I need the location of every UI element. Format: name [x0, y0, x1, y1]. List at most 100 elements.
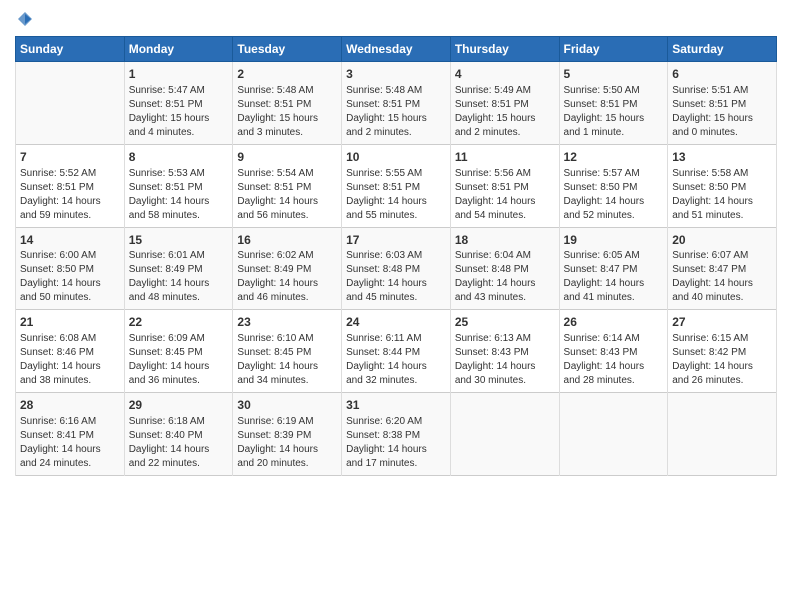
day-info: Sunset: 8:51 PM — [346, 181, 446, 195]
day-info: Sunrise: 6:02 AM — [237, 249, 337, 263]
day-info: Daylight: 14 hours — [455, 195, 555, 209]
day-info: Daylight: 14 hours — [346, 443, 446, 457]
day-info: Sunrise: 6:05 AM — [564, 249, 664, 263]
day-info: and 32 minutes. — [346, 374, 446, 388]
day-info: Sunset: 8:43 PM — [564, 346, 664, 360]
day-info: Sunset: 8:51 PM — [237, 181, 337, 195]
day-info: Sunrise: 5:58 AM — [672, 167, 772, 181]
day-info: and 40 minutes. — [672, 291, 772, 305]
calendar-cell: 3Sunrise: 5:48 AMSunset: 8:51 PMDaylight… — [342, 62, 451, 145]
day-info: Sunrise: 6:10 AM — [237, 332, 337, 346]
day-number: 9 — [237, 149, 337, 166]
day-number: 2 — [237, 66, 337, 83]
day-info: Daylight: 14 hours — [237, 443, 337, 457]
day-info: Sunset: 8:51 PM — [20, 181, 120, 195]
day-info: Sunrise: 5:57 AM — [564, 167, 664, 181]
logo-text — [15, 10, 35, 28]
day-number: 28 — [20, 397, 120, 414]
calendar-cell — [668, 393, 777, 476]
calendar-cell: 21Sunrise: 6:08 AMSunset: 8:46 PMDayligh… — [16, 310, 125, 393]
day-info: Sunset: 8:47 PM — [564, 263, 664, 277]
calendar-cell: 1Sunrise: 5:47 AMSunset: 8:51 PMDaylight… — [124, 62, 233, 145]
calendar-cell: 9Sunrise: 5:54 AMSunset: 8:51 PMDaylight… — [233, 144, 342, 227]
calendar-cell: 12Sunrise: 5:57 AMSunset: 8:50 PMDayligh… — [559, 144, 668, 227]
day-number: 21 — [20, 314, 120, 331]
day-info: and 51 minutes. — [672, 209, 772, 223]
column-header-monday: Monday — [124, 37, 233, 62]
day-number: 29 — [129, 397, 229, 414]
day-info: Sunset: 8:51 PM — [455, 98, 555, 112]
calendar-cell — [559, 393, 668, 476]
column-header-saturday: Saturday — [668, 37, 777, 62]
day-info: and 59 minutes. — [20, 209, 120, 223]
day-info: and 46 minutes. — [237, 291, 337, 305]
header-row: SundayMondayTuesdayWednesdayThursdayFrid… — [16, 37, 777, 62]
day-info: Daylight: 14 hours — [672, 195, 772, 209]
calendar-cell: 18Sunrise: 6:04 AMSunset: 8:48 PMDayligh… — [450, 227, 559, 310]
day-info: Sunset: 8:50 PM — [20, 263, 120, 277]
day-info: and 45 minutes. — [346, 291, 446, 305]
day-info: Sunset: 8:45 PM — [129, 346, 229, 360]
calendar-cell: 5Sunrise: 5:50 AMSunset: 8:51 PMDaylight… — [559, 62, 668, 145]
day-info: and 54 minutes. — [455, 209, 555, 223]
calendar-cell: 10Sunrise: 5:55 AMSunset: 8:51 PMDayligh… — [342, 144, 451, 227]
day-info: Sunrise: 6:01 AM — [129, 249, 229, 263]
day-number: 24 — [346, 314, 446, 331]
column-header-thursday: Thursday — [450, 37, 559, 62]
calendar-cell: 29Sunrise: 6:18 AMSunset: 8:40 PMDayligh… — [124, 393, 233, 476]
day-info: and 34 minutes. — [237, 374, 337, 388]
column-header-tuesday: Tuesday — [233, 37, 342, 62]
day-info: Sunset: 8:40 PM — [129, 429, 229, 443]
day-info: Daylight: 14 hours — [237, 277, 337, 291]
day-info: and 24 minutes. — [20, 457, 120, 471]
day-info: Sunrise: 5:48 AM — [237, 84, 337, 98]
day-number: 20 — [672, 232, 772, 249]
day-info: Sunrise: 6:19 AM — [237, 415, 337, 429]
day-info: Sunrise: 6:15 AM — [672, 332, 772, 346]
day-info: Daylight: 14 hours — [237, 195, 337, 209]
day-info: Sunrise: 5:53 AM — [129, 167, 229, 181]
day-info: and 28 minutes. — [564, 374, 664, 388]
day-number: 4 — [455, 66, 555, 83]
calendar-cell — [16, 62, 125, 145]
day-info: Sunset: 8:51 PM — [455, 181, 555, 195]
calendar-cell: 22Sunrise: 6:09 AMSunset: 8:45 PMDayligh… — [124, 310, 233, 393]
day-info: Daylight: 14 hours — [129, 195, 229, 209]
day-info: and 50 minutes. — [20, 291, 120, 305]
day-info: Sunrise: 5:50 AM — [564, 84, 664, 98]
day-info: Sunrise: 6:18 AM — [129, 415, 229, 429]
calendar-cell: 13Sunrise: 5:58 AMSunset: 8:50 PMDayligh… — [668, 144, 777, 227]
header — [15, 10, 777, 28]
day-number: 5 — [564, 66, 664, 83]
day-info: Sunset: 8:41 PM — [20, 429, 120, 443]
page: SundayMondayTuesdayWednesdayThursdayFrid… — [0, 0, 792, 612]
calendar-cell: 17Sunrise: 6:03 AMSunset: 8:48 PMDayligh… — [342, 227, 451, 310]
column-header-wednesday: Wednesday — [342, 37, 451, 62]
day-info: Sunrise: 6:16 AM — [20, 415, 120, 429]
calendar-cell: 30Sunrise: 6:19 AMSunset: 8:39 PMDayligh… — [233, 393, 342, 476]
calendar-body: 1Sunrise: 5:47 AMSunset: 8:51 PMDaylight… — [16, 62, 777, 476]
day-info: Sunset: 8:49 PM — [129, 263, 229, 277]
day-number: 14 — [20, 232, 120, 249]
calendar-cell: 26Sunrise: 6:14 AMSunset: 8:43 PMDayligh… — [559, 310, 668, 393]
day-info: Sunset: 8:51 PM — [237, 98, 337, 112]
day-number: 10 — [346, 149, 446, 166]
day-info: Sunset: 8:50 PM — [672, 181, 772, 195]
day-info: and 55 minutes. — [346, 209, 446, 223]
day-info: and 38 minutes. — [20, 374, 120, 388]
calendar-cell: 27Sunrise: 6:15 AMSunset: 8:42 PMDayligh… — [668, 310, 777, 393]
day-info: Sunrise: 5:49 AM — [455, 84, 555, 98]
day-info: Sunset: 8:44 PM — [346, 346, 446, 360]
day-info: Daylight: 14 hours — [672, 277, 772, 291]
day-info: and 48 minutes. — [129, 291, 229, 305]
day-info: Daylight: 14 hours — [129, 360, 229, 374]
day-number: 12 — [564, 149, 664, 166]
calendar-cell: 20Sunrise: 6:07 AMSunset: 8:47 PMDayligh… — [668, 227, 777, 310]
day-info: Daylight: 14 hours — [20, 277, 120, 291]
day-info: Daylight: 15 hours — [455, 112, 555, 126]
day-info: Sunset: 8:46 PM — [20, 346, 120, 360]
calendar-cell: 15Sunrise: 6:01 AMSunset: 8:49 PMDayligh… — [124, 227, 233, 310]
calendar-cell: 31Sunrise: 6:20 AMSunset: 8:38 PMDayligh… — [342, 393, 451, 476]
day-info: Sunrise: 5:47 AM — [129, 84, 229, 98]
day-info: Sunset: 8:39 PM — [237, 429, 337, 443]
